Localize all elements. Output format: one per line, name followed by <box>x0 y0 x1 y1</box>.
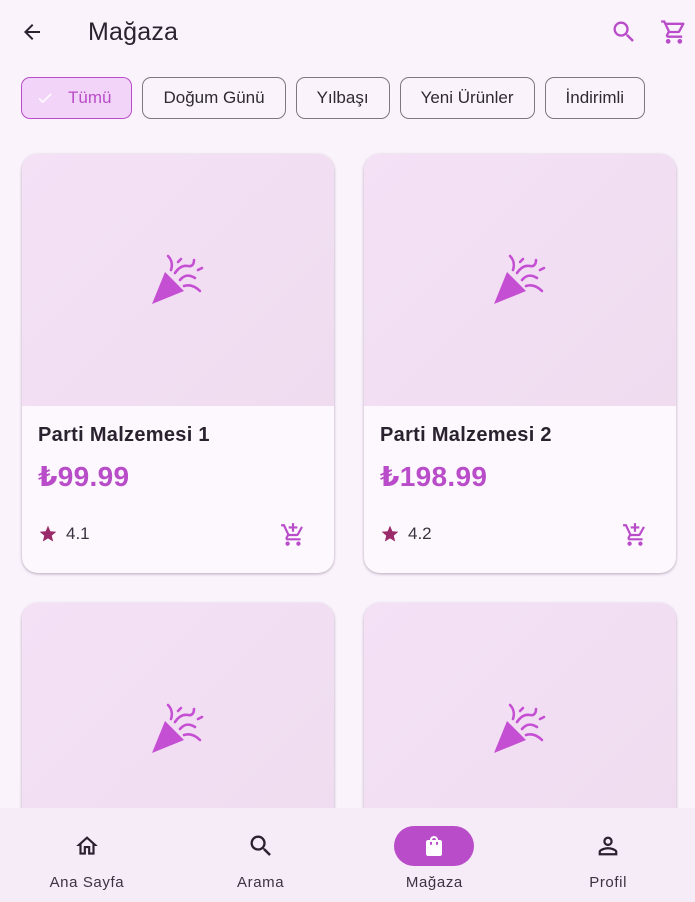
product-rating: 4.1 <box>38 524 90 544</box>
add-shopping-cart-icon <box>281 523 303 546</box>
chip-label: Yılbaşı <box>316 88 369 107</box>
add-to-cart-button[interactable] <box>618 518 652 552</box>
product-price: ₺198.99 <box>380 461 488 492</box>
check-icon <box>36 89 54 107</box>
rating-value: 4.2 <box>408 524 432 543</box>
star-icon <box>381 525 399 542</box>
shopping-bag-icon <box>426 836 443 856</box>
search-icon <box>613 21 634 42</box>
nav-label: Profil <box>589 874 628 891</box>
nav-label: Mağaza <box>405 874 463 891</box>
app-bar: Mağaza <box>0 0 695 64</box>
product-card[interactable]: Parti Malzemesi 1 ₺99.99 4.1 <box>22 154 334 573</box>
chip-label: İndirimli <box>565 88 625 107</box>
nav-item-search[interactable]: Arama <box>174 808 348 902</box>
rating-value: 4.1 <box>66 524 90 543</box>
person-icon <box>598 836 618 856</box>
product-image <box>364 154 676 406</box>
party-popper-icon <box>152 254 204 304</box>
product-name: Parti Malzemesi 1 <box>38 424 210 446</box>
page-title: Mağaza <box>88 18 179 46</box>
chip-label: Tümü <box>68 88 112 107</box>
party-popper-icon <box>152 703 204 753</box>
bottom-navigation: Ana Sayfa Arama Mağaza Profil <box>0 808 695 902</box>
chip-all[interactable]: Tümü <box>21 77 133 119</box>
nav-label: Ana Sayfa <box>49 874 125 891</box>
store-screen: Mağaza Tümü Doğum Günü Yılbaşı Yeni Ürün… <box>0 0 695 902</box>
product-info: Parti Malzemesi 2 ₺198.99 4.2 <box>364 406 676 573</box>
product-image <box>22 154 334 406</box>
chip-birthday[interactable]: Doğum Günü <box>142 77 286 119</box>
product-price: ₺99.99 <box>38 461 130 492</box>
filter-chips: Tümü Doğum Günü Yılbaşı Yeni Ürünler İnd… <box>21 77 646 119</box>
product-name: Parti Malzemesi 2 <box>380 424 552 446</box>
nav-indicator <box>568 826 648 866</box>
chip-label: Yeni Ürünler <box>420 88 514 107</box>
nav-item-home[interactable]: Ana Sayfa <box>0 808 174 902</box>
product-card[interactable]: Parti Malzemesi 2 ₺198.99 4.2 <box>364 154 676 573</box>
add-shopping-cart-icon <box>623 523 645 546</box>
nav-item-store[interactable]: Mağaza <box>348 808 522 902</box>
cart-button[interactable] <box>654 12 694 52</box>
nav-indicator <box>394 826 475 866</box>
add-to-cart-button[interactable] <box>276 518 310 552</box>
search-button[interactable] <box>604 12 644 52</box>
nav-indicator <box>221 826 301 866</box>
arrow-back-icon <box>24 24 40 40</box>
home-icon <box>76 836 98 855</box>
search-icon <box>250 835 271 856</box>
chip-new-year[interactable]: Yılbaşı <box>295 77 390 119</box>
party-popper-icon <box>494 254 546 304</box>
product-info: Parti Malzemesi 1 ₺99.99 4.1 <box>22 406 334 573</box>
star-icon <box>39 525 57 542</box>
nav-indicator <box>47 826 127 866</box>
chip-label: Doğum Günü <box>163 88 265 107</box>
party-popper-icon <box>494 703 546 753</box>
shopping-cart-icon <box>661 20 685 44</box>
chip-discounted[interactable]: İndirimli <box>544 77 646 119</box>
nav-item-profile[interactable]: Profil <box>521 808 695 902</box>
nav-label: Arama <box>237 874 285 891</box>
chip-new-products[interactable]: Yeni Ürünler <box>399 77 535 119</box>
product-rating: 4.2 <box>380 524 432 544</box>
back-button[interactable] <box>12 12 52 52</box>
